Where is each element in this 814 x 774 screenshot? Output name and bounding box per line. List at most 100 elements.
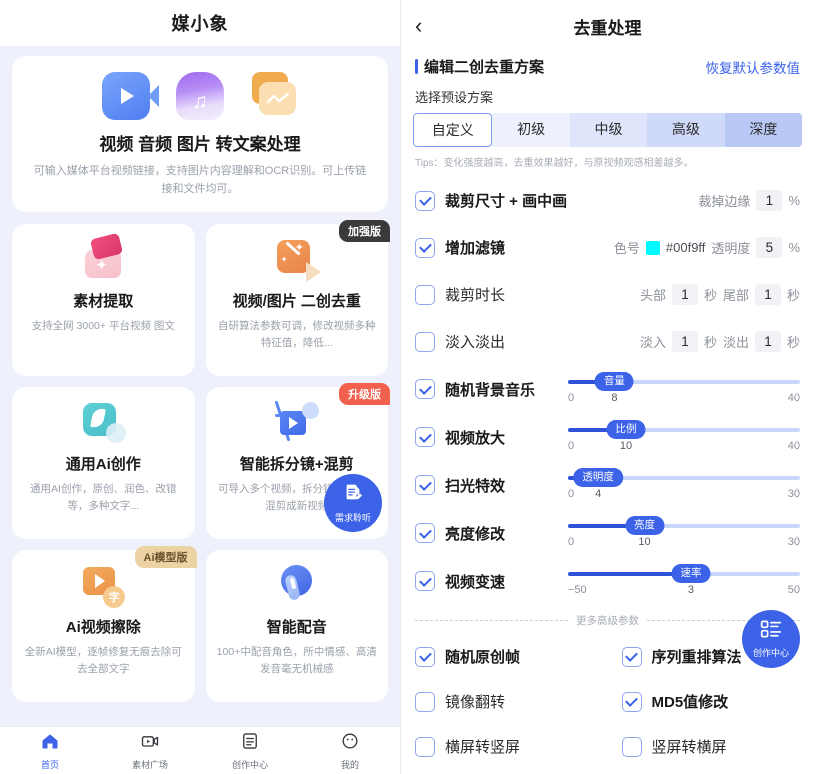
split-shot-icon bbox=[274, 400, 319, 445]
slider-label: 亮度修改 bbox=[445, 525, 506, 543]
option-row-trim-duration[interactable]: 裁剪时长 头部 1 秒 尾部 1 秒 bbox=[401, 271, 814, 318]
fade-in-input[interactable]: 1 bbox=[671, 331, 698, 352]
checkbox-bgm[interactable] bbox=[415, 379, 435, 399]
slider-min: 0 bbox=[568, 392, 575, 404]
image-stack-icon bbox=[250, 72, 298, 120]
hero-card[interactable]: ♫ 视频 音频 图片 转文案处理 可输入媒体平台视频链接，支持图片内容理解和OC… bbox=[12, 56, 388, 213]
slider-light-sweep[interactable]: 透明度 0 4 30 bbox=[568, 468, 800, 502]
need-listening-fab[interactable]: 需求聆听 bbox=[324, 474, 382, 532]
trim-tail-unit: 秒 bbox=[786, 288, 800, 303]
slider-knob-label[interactable]: 速率 bbox=[671, 564, 711, 584]
advanced-option-label: MD5值修改 bbox=[651, 694, 729, 711]
slider-row-brightness[interactable]: 亮度修改 亮度 0 10 30 bbox=[401, 509, 814, 557]
home-scroll-area[interactable]: ♫ 视频 音频 图片 转文案处理 可输入媒体平台视频链接，支持图片内容理解和OC… bbox=[0, 46, 400, 726]
feature-card-material-extract[interactable]: ✦ 素材提取 支持全网 3000+ 平台视频 图文 bbox=[12, 224, 195, 377]
fade-out-input[interactable]: 1 bbox=[754, 331, 781, 352]
profile-icon bbox=[340, 731, 360, 756]
checkbox-portrait-to-landscape[interactable] bbox=[621, 736, 642, 757]
slider-row-bgm[interactable]: 随机背景音乐 音量 0 8 40 bbox=[401, 365, 814, 413]
tab-material-square[interactable]: 素材广场 bbox=[100, 731, 200, 771]
badge-enhanced: 加强版 bbox=[339, 220, 390, 243]
checkbox-md5-modify[interactable] bbox=[621, 691, 642, 712]
checkbox-crop-size[interactable] bbox=[415, 190, 435, 211]
preset-tab-medium[interactable]: 中级 bbox=[569, 113, 648, 147]
advanced-option-video-filter-row[interactable]: 视频加滤镜 请注意完后分类型以太快速恢复视频音频请听 bbox=[401, 769, 814, 774]
tab-creation-center[interactable]: 创作中心 bbox=[200, 731, 300, 771]
chevron-left-icon[interactable]: ‹ bbox=[415, 15, 441, 37]
checkbox-speed[interactable] bbox=[415, 571, 435, 591]
slider-row-zoom[interactable]: 视频放大 比例 0 10 40 bbox=[401, 413, 814, 461]
document-edit-icon bbox=[342, 482, 364, 509]
slider-value: 3 bbox=[687, 584, 695, 596]
checkbox-trim-duration[interactable] bbox=[415, 284, 435, 305]
color-hex-value[interactable]: #00f9ff bbox=[666, 240, 706, 255]
slider-knob-label[interactable]: 亮度 bbox=[625, 516, 665, 536]
trim-tail-input[interactable]: 1 bbox=[754, 284, 781, 305]
slider-min: 0 bbox=[568, 536, 575, 548]
list-note-icon bbox=[240, 731, 260, 756]
slider-zoom[interactable]: 比例 0 10 40 bbox=[568, 420, 800, 454]
preset-tab-basic[interactable]: 初级 bbox=[492, 113, 570, 147]
checkbox-zoom[interactable] bbox=[415, 427, 435, 447]
advanced-option-random-frame[interactable]: 随机原创帧 bbox=[401, 634, 608, 679]
tab-profile[interactable]: 我的 bbox=[300, 731, 400, 771]
music-note-icon: ♫ bbox=[176, 72, 224, 120]
dedup-header: ‹ 去重处理 bbox=[401, 0, 814, 52]
advanced-option-portrait-to-landscape[interactable]: 竖屏转横屏 bbox=[608, 724, 814, 769]
option-label: 裁剪时长 bbox=[445, 287, 506, 304]
checkbox-light-sweep[interactable] bbox=[415, 475, 435, 495]
checkbox-sequence-reorder[interactable] bbox=[621, 646, 642, 667]
bottom-tabbar: 首页 素材广场 创作中心 我的 bbox=[0, 726, 400, 774]
checkbox-random-frame[interactable] bbox=[415, 646, 435, 667]
advanced-option-mirror-flip[interactable]: 镜像翻转 bbox=[401, 679, 608, 724]
option-row-filter[interactable]: 增加滤镜 色号 #00f9ff 透明度 5 % bbox=[401, 224, 814, 271]
color-swatch[interactable] bbox=[645, 240, 660, 255]
material-extract-icon: ✦ bbox=[81, 232, 125, 282]
preset-tab-custom[interactable]: 自定义 bbox=[413, 113, 493, 147]
advanced-option-label: 横屏转竖屏 bbox=[445, 739, 521, 756]
slider-speed[interactable]: 速率 −50 3 50 bbox=[568, 564, 800, 598]
option-row-crop-size[interactable]: 裁剪尺寸 + 画中画 裁掉边缘 1 % bbox=[401, 177, 814, 224]
feature-card-smart-dub[interactable]: 智能配音 100+中配音角色，所中情感、高清发音毫无机械感 bbox=[205, 550, 388, 703]
reset-defaults-button[interactable]: 恢复默认参数值 bbox=[706, 57, 801, 77]
trim-head-input[interactable]: 1 bbox=[671, 284, 698, 305]
crop-edge-input[interactable]: 1 bbox=[756, 190, 783, 211]
checkbox-filter[interactable] bbox=[415, 237, 435, 258]
app-header: 媒小象 bbox=[0, 0, 400, 46]
feature-card-video-erase[interactable]: Ai模型版 字 Ai视频擦除 全新AI模型，逐帧修复无痕去除可去全部文字 bbox=[12, 546, 197, 703]
slider-bgm[interactable]: 音量 0 8 40 bbox=[568, 372, 800, 406]
checkbox-landscape-to-portrait[interactable] bbox=[415, 736, 435, 757]
option-row-fade[interactable]: 淡入淡出 淡入 1 秒 淡出 1 秒 bbox=[401, 318, 814, 365]
slider-row-speed[interactable]: 视频变速 速率 −50 3 50 bbox=[401, 557, 814, 605]
preset-tab-deep[interactable]: 深度 bbox=[724, 113, 802, 147]
checkbox-fade[interactable] bbox=[415, 331, 435, 352]
preset-segmented-control: 自定义 初级 中级 高级 深度 bbox=[413, 113, 802, 147]
slider-value: 10 bbox=[619, 440, 633, 452]
feature-card-ai-writing[interactable]: 通用Ai创作 通用AI创作，原创、润色、改错等，多种文字... bbox=[12, 387, 195, 540]
hero-icon-row: ♫ bbox=[30, 72, 370, 120]
slider-knob-label[interactable]: 比例 bbox=[606, 420, 646, 440]
preset-tab-advanced[interactable]: 高级 bbox=[647, 113, 725, 147]
slider-knob-label[interactable]: 透明度 bbox=[573, 468, 623, 488]
slider-brightness[interactable]: 亮度 0 10 30 bbox=[568, 516, 800, 550]
creation-center-fab[interactable]: 创作中心 bbox=[742, 610, 800, 668]
slider-knob-label[interactable]: 音量 bbox=[594, 372, 634, 392]
advanced-option-label: 竖屏转横屏 bbox=[651, 739, 727, 756]
advanced-option-md5-modify[interactable]: MD5值修改 bbox=[608, 679, 814, 724]
option-label: 增加滤镜 bbox=[445, 240, 506, 257]
opacity-input[interactable]: 5 bbox=[756, 237, 783, 258]
tab-home[interactable]: 首页 bbox=[0, 731, 100, 771]
slider-value: 10 bbox=[638, 536, 651, 548]
fade-in-unit: 秒 bbox=[703, 335, 717, 350]
slider-value: 8 bbox=[611, 392, 618, 404]
fade-in-label: 淡入 bbox=[639, 335, 666, 350]
checkbox-brightness[interactable] bbox=[415, 523, 435, 543]
grid-list-icon bbox=[760, 619, 782, 644]
fade-out-label: 淡出 bbox=[722, 335, 749, 350]
feature-card-dedup[interactable]: 加强版 ✦ ✦ 视频/图片 二创去重 自研算法参数可调，修改视频多种特征值，降低.… bbox=[205, 220, 390, 377]
slider-label: 随机背景音乐 bbox=[445, 381, 536, 399]
checkbox-mirror-flip[interactable] bbox=[415, 691, 435, 712]
feature-card-title: Ai视频擦除 bbox=[65, 619, 141, 637]
advanced-option-landscape-to-portrait[interactable]: 横屏转竖屏 bbox=[401, 724, 608, 769]
slider-row-light-sweep[interactable]: 扫光特效 透明度 0 4 30 bbox=[401, 461, 814, 509]
